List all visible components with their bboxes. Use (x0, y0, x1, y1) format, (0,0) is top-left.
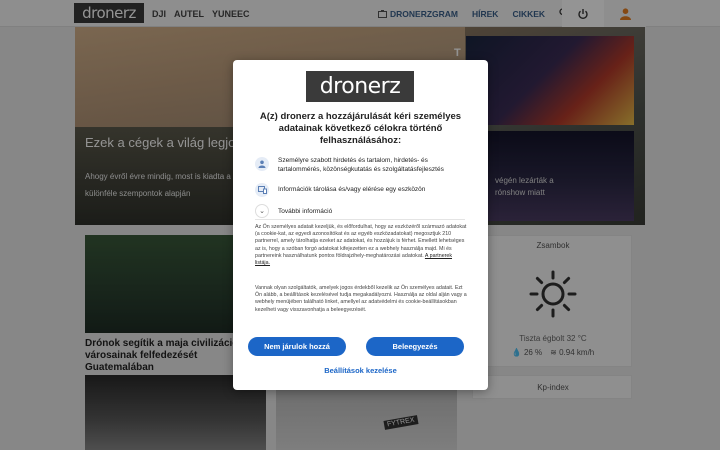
device-icon (255, 183, 269, 197)
purpose-storage-text: Információk tárolása és/vagy elérése egy… (278, 186, 426, 193)
dialog-logo: dronerz (306, 71, 414, 102)
purpose-ads-text: Személyre szabott hirdetés és tartalom, … (278, 157, 444, 173)
consent-dialog: dronerz A(z) dronerz a hozzájárulását ké… (233, 60, 488, 390)
decline-button[interactable]: Nem járulok hozzá (248, 337, 346, 356)
accept-button[interactable]: Beleegyezés (366, 337, 464, 356)
purpose-item-storage: Információk tárolása és/vagy elérése egy… (255, 183, 470, 197)
dialog-heading: A(z) dronerz a hozzájárulását kéri szemé… (259, 111, 462, 146)
dialog-divider (255, 219, 465, 220)
more-info-label: További információ (278, 207, 333, 215)
purpose-item-ads: Személyre szabott hirdetés és tartalom, … (255, 157, 470, 174)
dialog-body-2: Vannak olyan szolgáltatók, amelyek jogos… (255, 285, 467, 313)
more-info-toggle[interactable]: ⌄ További információ (255, 204, 332, 218)
person-icon (255, 157, 269, 171)
chevron-down-icon: ⌄ (255, 204, 269, 218)
manage-settings-link[interactable]: Beállítások kezelése (233, 366, 488, 375)
dialog-body-paragraph-1: Az Ön személyes adatait kezeljük, és elő… (255, 224, 467, 267)
